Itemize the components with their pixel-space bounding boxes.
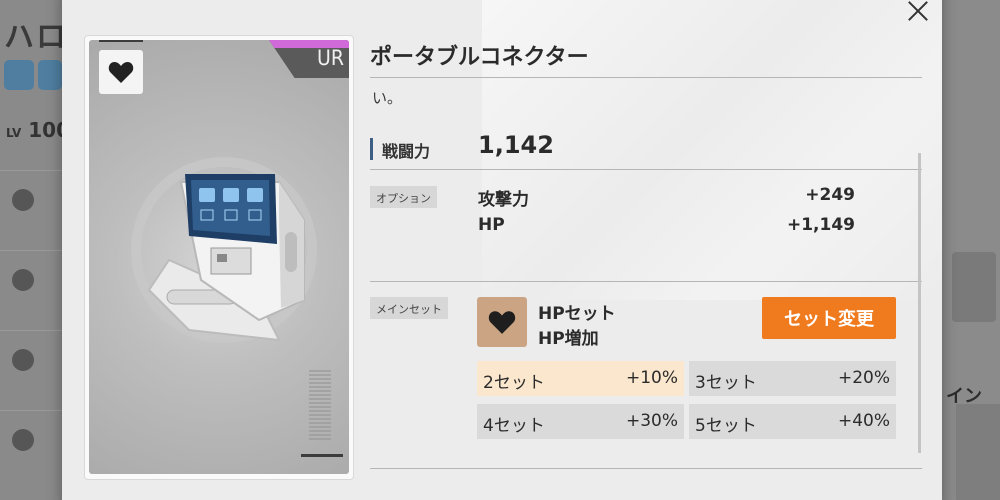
- barcode-decoration: [309, 370, 331, 440]
- set-bonus-3: 3セット +20%: [689, 361, 896, 396]
- set-bonus-label: 2セット: [483, 373, 545, 393]
- background-left-panel: ハロ LV 100: [0, 0, 70, 500]
- background-row: [0, 330, 62, 394]
- item-card-art: UR: [89, 40, 349, 474]
- connector-device-image: [131, 157, 317, 343]
- power-value: 1,142: [478, 131, 554, 159]
- set-bonus-label: 5セット: [695, 416, 757, 436]
- set-icon: [477, 297, 527, 347]
- scrollbar[interactable]: [918, 153, 921, 453]
- background-right-panel: イン: [942, 0, 1000, 500]
- background-row: [0, 250, 62, 314]
- close-icon[interactable]: [902, 0, 934, 28]
- rarity-label: UR: [317, 46, 344, 70]
- set-name: HPセット: [538, 304, 616, 324]
- background-row: [0, 410, 62, 474]
- main-set-tag: メインセット: [370, 297, 448, 319]
- heart-icon: [99, 50, 143, 94]
- equipment-detail-dialog: UR ポータブルコネクター い。 戦闘力 1,142 オプション 攻撃力 +24…: [62, 0, 942, 500]
- option-name: 攻撃力: [478, 190, 529, 210]
- options-tag: オプション: [370, 186, 437, 208]
- heart-icon: [488, 311, 516, 334]
- power-accent: [370, 138, 373, 160]
- divider: [370, 77, 922, 78]
- set-bonus-label: 4セット: [483, 416, 545, 436]
- divider: [370, 281, 922, 282]
- set-bonus-2: 2セット +10%: [477, 361, 684, 396]
- background-class-icon: [38, 60, 62, 90]
- item-info-panel: ポータブルコネクター い。 戦闘力 1,142 オプション 攻撃力 +249 H…: [362, 35, 922, 495]
- background-level: LV 100: [6, 118, 70, 142]
- background-element-icon: [4, 60, 34, 90]
- background-row: [0, 170, 62, 234]
- power-label: 戦闘力: [382, 142, 431, 161]
- set-bonus-5: 5セット +40%: [689, 404, 896, 439]
- set-bonus-label: 3セット: [695, 373, 757, 393]
- change-set-button[interactable]: セット変更: [762, 297, 896, 339]
- set-bonus-4: 4セット +30%: [477, 404, 684, 439]
- item-name: ポータブルコネクター: [370, 45, 589, 70]
- set-bonus-value: +30%: [625, 411, 678, 431]
- item-description: い。: [372, 89, 403, 107]
- set-bonus-value: +40%: [837, 411, 890, 431]
- option-value: +249: [805, 185, 855, 205]
- set-bonus-value: +20%: [837, 368, 890, 388]
- option-name: HP: [478, 215, 505, 235]
- background-title: ハロ: [4, 20, 68, 55]
- divider: [370, 169, 922, 170]
- divider: [370, 468, 922, 469]
- option-value: +1,149: [786, 215, 855, 235]
- set-bonus-value: +10%: [625, 368, 678, 388]
- set-effect: HP増加: [538, 329, 599, 349]
- item-card: UR: [84, 35, 354, 480]
